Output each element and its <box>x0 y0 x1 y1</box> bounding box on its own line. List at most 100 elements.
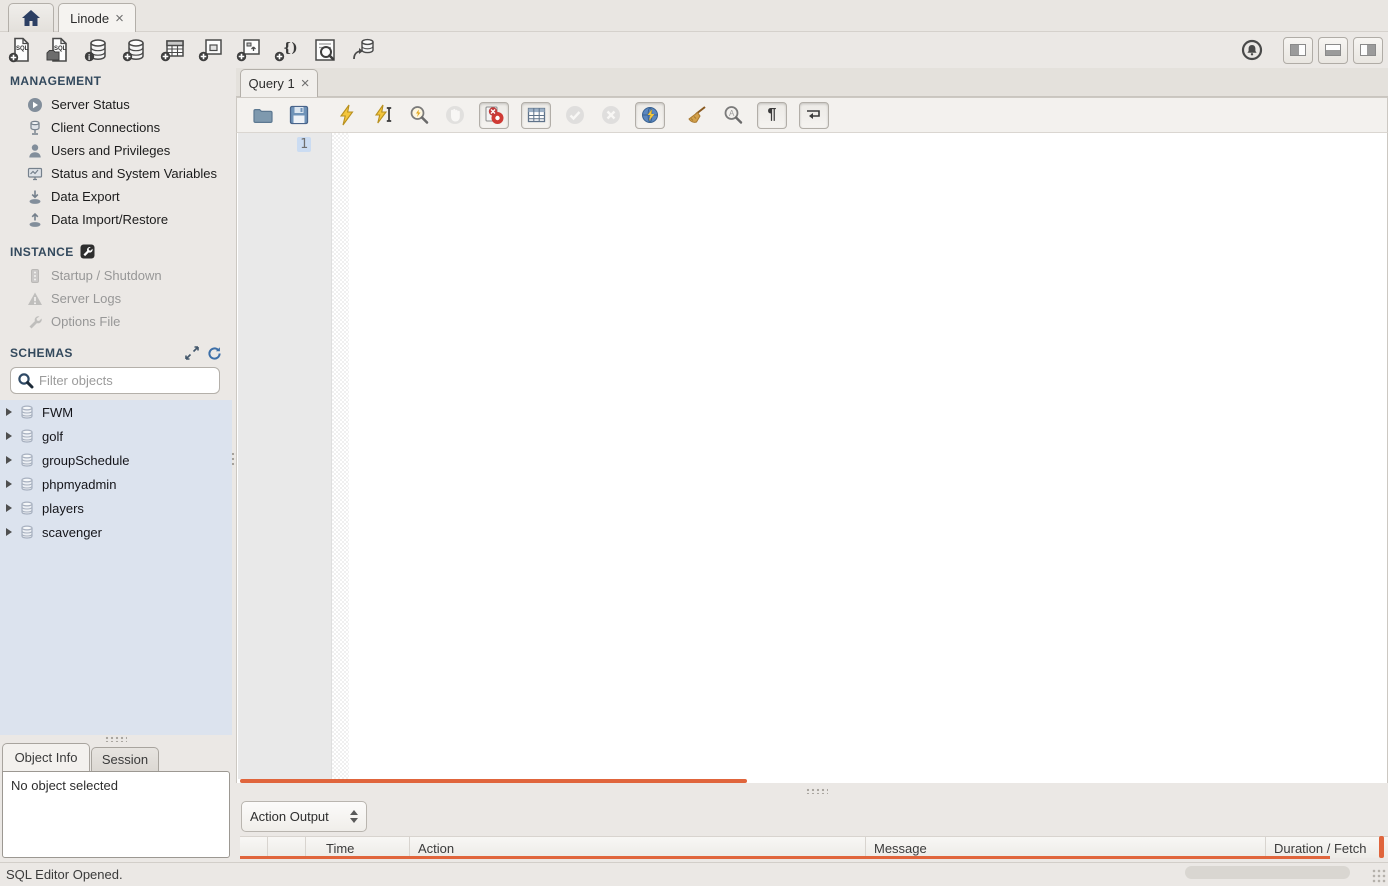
sidebar-item-label: Startup / Shutdown <box>51 268 162 283</box>
create-view-icon[interactable] <box>197 37 224 64</box>
connection-tab-linode[interactable]: Linode × <box>58 3 136 32</box>
server-status-icon <box>26 96 43 113</box>
schema-filter-input[interactable] <box>39 373 215 388</box>
explain-plan-icon[interactable] <box>407 103 431 127</box>
expander-icon[interactable] <box>6 480 12 488</box>
execute-current-statement-icon[interactable] <box>371 103 395 127</box>
statusbar-scrollbar-thumb[interactable] <box>1185 866 1350 879</box>
schema-item-phpmyadmin[interactable]: phpmyadmin <box>0 472 232 496</box>
reconnect-dbms-icon[interactable] <box>349 37 376 64</box>
output-view-select[interactable]: Action Output <box>241 801 367 832</box>
sql-editor-toolbar: A ¶ <box>236 97 1388 133</box>
schema-name: golf <box>42 429 63 444</box>
schema-item-scavenger[interactable]: scavenger <box>0 520 232 544</box>
sql-editor[interactable]: 1 <box>236 133 1388 783</box>
refresh-schemas-icon[interactable] <box>207 346 222 361</box>
toggle-autocommit-button[interactable] <box>635 102 665 129</box>
database-info-icon[interactable]: i <box>83 37 110 64</box>
close-icon[interactable]: × <box>115 11 124 26</box>
toggle-left-panel-button[interactable] <box>1283 37 1313 64</box>
users-icon <box>26 142 43 159</box>
instance-section-title: INSTANCE <box>10 244 95 259</box>
stop-on-error-icon <box>484 105 505 126</box>
schema-icon <box>19 500 35 516</box>
sidebar-item-status-system-variables[interactable]: Status and System Variables <box>0 162 232 185</box>
toggle-bottom-panel-button[interactable] <box>1318 37 1348 64</box>
editor-area: Query 1 × <box>236 68 1388 862</box>
schema-icon <box>19 452 35 468</box>
sidebar-item-data-import[interactable]: Data Import/Restore <box>0 208 232 231</box>
client-connections-icon <box>26 119 43 136</box>
save-script-icon[interactable] <box>287 103 311 127</box>
sidebar-item-label: Client Connections <box>51 120 160 135</box>
tab-query-1[interactable]: Query 1 × <box>240 69 318 97</box>
sidebar-item-options-file[interactable]: Options File <box>0 310 232 333</box>
create-function-icon[interactable]: {) <box>273 37 300 64</box>
wrench-badge-icon <box>80 244 95 259</box>
expander-icon[interactable] <box>6 456 12 464</box>
sidebar-item-data-export[interactable]: Data Export <box>0 185 232 208</box>
output-horizontal-scrollbar[interactable] <box>240 856 1330 859</box>
create-procedure-icon[interactable] <box>235 37 262 64</box>
find-icon[interactable]: A <box>721 103 745 127</box>
output-vertical-scrollbar[interactable] <box>1379 836 1384 858</box>
schema-filter <box>10 367 220 394</box>
commit-icon <box>563 103 587 127</box>
schema-item-golf[interactable]: golf <box>0 424 232 448</box>
server-icon <box>26 267 43 284</box>
autocommit-icon <box>640 105 661 126</box>
query-tabstrip: Query 1 × <box>236 68 1388 97</box>
tab-object-info[interactable]: Object Info <box>2 743 90 771</box>
management-section-title: MANAGEMENT <box>10 74 101 88</box>
window-resize-grip[interactable] <box>1372 869 1386 883</box>
new-sql-editor-icon[interactable]: SQL <box>7 37 34 64</box>
close-icon[interactable]: × <box>301 76 310 91</box>
line-number-gutter: 1 <box>238 133 332 779</box>
expander-icon[interactable] <box>6 432 12 440</box>
open-sql-script-icon[interactable]: SQL <box>45 37 72 64</box>
sidebar-item-startup-shutdown[interactable]: Startup / Shutdown <box>0 264 232 287</box>
sidebar-item-server-logs[interactable]: Server Logs <box>0 287 232 310</box>
sidebar-item-client-connections[interactable]: Client Connections <box>0 116 232 139</box>
toggle-right-panel-button[interactable] <box>1353 37 1383 64</box>
svg-text:i: i <box>88 53 90 62</box>
limit-rows-button[interactable] <box>521 102 551 129</box>
right-panel-icon <box>1360 44 1376 56</box>
home-tab[interactable] <box>8 3 54 32</box>
expander-icon[interactable] <box>6 408 12 416</box>
schema-item-groupschedule[interactable]: groupSchedule <box>0 448 232 472</box>
schema-item-players[interactable]: players <box>0 496 232 520</box>
output-view-label: Action Output <box>250 809 329 824</box>
sidebar: MANAGEMENT Server Status Client Connecti… <box>0 68 232 862</box>
sidebar-splitter-grip[interactable] <box>105 736 127 742</box>
mysql-workbench-window: Linode × SQL SQL i <box>0 0 1388 886</box>
toggle-stop-on-error-button[interactable] <box>479 102 509 129</box>
output-splitter-grip[interactable] <box>806 788 828 794</box>
editor-horizontal-scrollbar[interactable] <box>240 779 747 783</box>
open-script-icon[interactable] <box>251 103 275 127</box>
notifications-icon[interactable] <box>1240 38 1264 62</box>
schema-name: phpmyadmin <box>42 477 116 492</box>
toggle-invisible-characters-button[interactable]: ¶ <box>757 102 787 129</box>
expand-schemas-icon[interactable] <box>185 346 199 360</box>
search-table-data-icon[interactable] <box>311 37 338 64</box>
data-import-icon <box>26 211 43 228</box>
schema-icon <box>19 524 35 540</box>
create-schema-icon[interactable] <box>121 37 148 64</box>
limit-rows-icon <box>526 105 547 126</box>
create-table-icon[interactable] <box>159 37 186 64</box>
beautify-icon[interactable] <box>685 103 709 127</box>
expander-icon[interactable] <box>6 528 12 536</box>
execute-icon[interactable] <box>335 103 359 127</box>
expander-icon[interactable] <box>6 504 12 512</box>
tab-session[interactable]: Session <box>91 747 159 771</box>
schema-name: scavenger <box>42 525 102 540</box>
svg-text:{): {) <box>283 41 298 56</box>
schema-item-fwm[interactable]: FWM <box>0 400 232 424</box>
toggle-word-wrap-button[interactable] <box>799 102 829 129</box>
schema-icon <box>19 428 35 444</box>
sidebar-item-users-and-privileges[interactable]: Users and Privileges <box>0 139 232 162</box>
sidebar-item-server-status[interactable]: Server Status <box>0 93 232 116</box>
left-panel-icon <box>1290 44 1306 56</box>
output-table-header: Time Action Message Duration / Fetch <box>240 836 1388 858</box>
